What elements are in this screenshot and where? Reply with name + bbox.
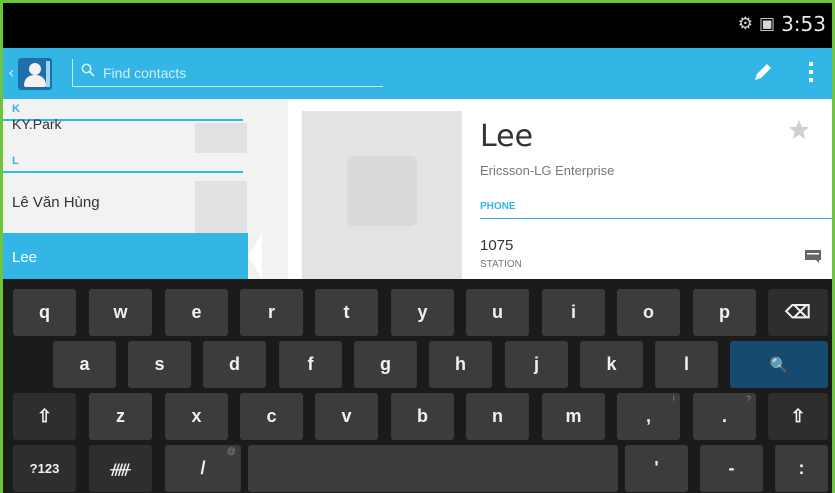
key-g[interactable]: g bbox=[354, 341, 417, 388]
key-period-hint: ? bbox=[745, 394, 751, 404]
contacts-app-icon[interactable] bbox=[18, 58, 52, 90]
phone-number[interactable]: 1075 bbox=[480, 237, 513, 254]
key-u[interactable]: u bbox=[466, 289, 529, 336]
key-a[interactable]: a bbox=[53, 341, 116, 388]
action-bar: ‹ bbox=[3, 48, 832, 99]
key-f[interactable]: f bbox=[279, 341, 342, 388]
edit-icon[interactable] bbox=[751, 60, 775, 84]
key-w[interactable]: w bbox=[89, 289, 152, 336]
key-j[interactable]: j bbox=[505, 341, 568, 388]
key-slash[interactable]: / @ bbox=[165, 445, 241, 492]
key-k[interactable]: k bbox=[580, 341, 643, 388]
key-i[interactable]: i bbox=[542, 289, 605, 336]
key-t[interactable]: t bbox=[315, 289, 378, 336]
star-icon[interactable] bbox=[788, 119, 810, 141]
key-v[interactable]: v bbox=[315, 393, 378, 440]
key-period[interactable]: . ? bbox=[693, 393, 756, 440]
search-icon bbox=[81, 63, 95, 77]
key-r[interactable]: r bbox=[240, 289, 303, 336]
contact-name: Lee bbox=[480, 119, 534, 154]
notification-icon: ▣ bbox=[759, 14, 776, 34]
shift-left-key[interactable]: ⇧ bbox=[13, 393, 76, 440]
contact-list: K KY.Park L Lê Văn Hùng Lee bbox=[3, 99, 288, 279]
key-m[interactable]: m bbox=[542, 393, 605, 440]
section-header-l: L bbox=[3, 155, 243, 173]
key-b[interactable]: b bbox=[391, 393, 454, 440]
search-input[interactable] bbox=[103, 63, 373, 83]
clock: 3:53 bbox=[781, 12, 826, 36]
key-z[interactable]: z bbox=[89, 393, 152, 440]
keyboard-settings-key[interactable]: ᚏ bbox=[89, 445, 152, 492]
up-caret-icon[interactable]: ‹ bbox=[8, 63, 14, 82]
key-s[interactable]: s bbox=[128, 341, 191, 388]
contact-detail: Lee Ericsson-LG Enterprise PHONE 1075 ST… bbox=[288, 99, 832, 279]
phone-section-header: PHONE bbox=[480, 197, 832, 219]
key-h[interactable]: h bbox=[429, 341, 492, 388]
key-comma-label: , bbox=[645, 406, 651, 426]
key-dash[interactable]: - bbox=[700, 445, 763, 492]
voice-settings-icon: ⚙ bbox=[737, 14, 754, 34]
key-y[interactable]: y bbox=[391, 289, 454, 336]
selection-caret bbox=[248, 233, 262, 279]
key-p[interactable]: p bbox=[693, 289, 756, 336]
backspace-key[interactable]: ⌫ bbox=[768, 289, 828, 336]
contact-photo[interactable] bbox=[302, 111, 462, 279]
key-comma[interactable]: , ! bbox=[617, 393, 680, 440]
key-apostrophe[interactable]: ' bbox=[625, 445, 688, 492]
status-icons: ⚙ ▣ 3:53 bbox=[738, 12, 826, 36]
key-slash-hint: @ bbox=[226, 446, 236, 456]
soft-keyboard: q w e r t y u i o p ⌫ a s d f g h j k l … bbox=[3, 279, 832, 493]
status-bar: ⚙ ▣ 3:53 bbox=[3, 3, 832, 48]
key-n[interactable]: n bbox=[466, 393, 529, 440]
key-comma-hint: ! bbox=[672, 394, 675, 404]
key-period-label: . bbox=[721, 406, 727, 426]
list-item[interactable]: Lê Văn Hùng bbox=[3, 194, 243, 216]
key-colon[interactable]: : bbox=[775, 445, 828, 492]
key-slash-label: / bbox=[200, 458, 206, 478]
search-box[interactable] bbox=[72, 59, 383, 87]
phone-type: STATION bbox=[480, 259, 522, 270]
search-key[interactable]: 🔍 bbox=[730, 341, 828, 388]
key-x[interactable]: x bbox=[165, 393, 228, 440]
symbols-key[interactable]: ?123 bbox=[13, 445, 76, 492]
shift-right-key[interactable]: ⇧ bbox=[768, 393, 828, 440]
list-item-selected[interactable]: Lee bbox=[3, 233, 248, 279]
key-q[interactable]: q bbox=[13, 289, 76, 336]
overflow-menu-icon[interactable] bbox=[807, 62, 815, 84]
screen: ⚙ ▣ 3:53 ‹ K KY.Park L Lê Văn Hùng bbox=[3, 3, 832, 493]
company-name: Ericsson-LG Enterprise bbox=[480, 163, 615, 178]
key-c[interactable]: c bbox=[240, 393, 303, 440]
message-icon[interactable] bbox=[804, 249, 822, 263]
key-e[interactable]: e bbox=[165, 289, 228, 336]
list-item[interactable]: KY.Park bbox=[3, 117, 243, 133]
key-l[interactable]: l bbox=[655, 341, 718, 388]
key-d[interactable]: d bbox=[203, 341, 266, 388]
key-o[interactable]: o bbox=[617, 289, 680, 336]
space-key[interactable] bbox=[248, 445, 618, 492]
